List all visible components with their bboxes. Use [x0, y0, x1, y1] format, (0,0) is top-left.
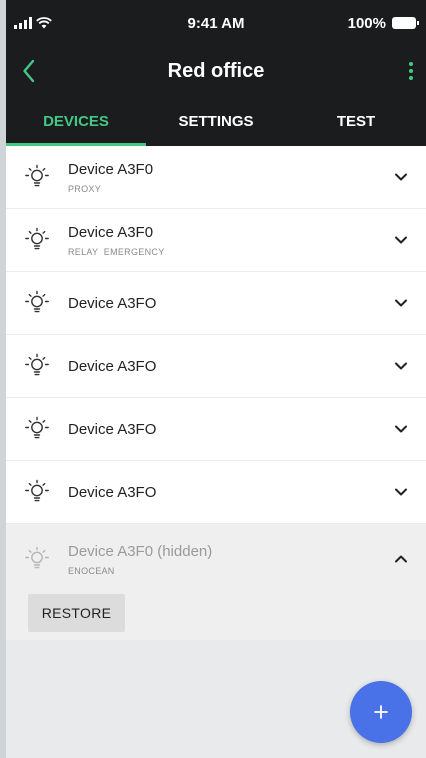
device-type: ENOCEAN: [68, 565, 115, 576]
bulb-icon: [6, 415, 68, 443]
more-options-button[interactable]: [400, 46, 422, 96]
bulb-icon: [6, 289, 68, 317]
list-item-text: Device A3FO: [68, 295, 376, 312]
wifi-icon: [36, 17, 52, 29]
bulb-icon: [6, 352, 68, 380]
status-right: 100%: [347, 14, 419, 32]
bulb-icon: [6, 226, 68, 254]
list-item[interactable]: Device A3FO: [6, 461, 426, 524]
tab-settings[interactable]: SETTINGS: [146, 96, 286, 146]
list-item[interactable]: Device A3F0 PROXY: [6, 146, 426, 209]
expand-button[interactable]: [376, 424, 426, 434]
chevron-down-icon: [395, 362, 407, 370]
expand-button[interactable]: [376, 172, 426, 182]
list-item[interactable]: Device A3F0 RELAY EMERGENCY: [6, 209, 426, 272]
chevron-left-icon: [23, 59, 35, 83]
list-item-text: Device A3FO: [68, 484, 376, 501]
bulb-icon: [6, 163, 68, 191]
expand-button[interactable]: [376, 298, 426, 308]
list-item-text: Device A3FO: [68, 358, 376, 375]
list-item-hidden[interactable]: Device A3F0 (hidden) ENOCEAN: [6, 524, 426, 594]
bulb-icon: [6, 545, 68, 573]
device-name: Device A3FO: [68, 357, 157, 375]
device-name: Device A3F0: [68, 160, 154, 178]
signal-icon: [14, 17, 32, 29]
page-title: Red office: [167, 59, 265, 82]
tab-bar: DEVICES SETTINGS TEST: [6, 96, 426, 146]
chevron-down-icon: [395, 173, 407, 181]
device-name: Device A3FO: [68, 420, 157, 438]
device-list: Device A3F0 PROXY Device A3F0 RELAY EMER…: [6, 146, 426, 640]
collapse-button[interactable]: [376, 554, 426, 564]
device-name: Device A3F0 (hidden): [68, 542, 213, 560]
add-device-button[interactable]: [350, 681, 412, 743]
expand-button[interactable]: [376, 361, 426, 371]
list-item[interactable]: Device A3FO: [6, 335, 426, 398]
app-screen: 9:41 AM 100% Red office DEVICES SETTINGS…: [6, 0, 426, 758]
status-left: [14, 17, 52, 29]
chevron-down-icon: [395, 299, 407, 307]
plus-icon: [374, 705, 388, 719]
device-type: RELAY EMERGENCY: [68, 246, 165, 257]
expand-button[interactable]: [376, 487, 426, 497]
chevron-down-icon: [395, 236, 407, 244]
list-item[interactable]: Device A3FO: [6, 272, 426, 335]
list-item[interactable]: Device A3FO: [6, 398, 426, 461]
list-item-text: Device A3F0 PROXY: [68, 161, 376, 194]
list-item-text: Device A3F0 RELAY EMERGENCY: [68, 224, 376, 257]
more-vert-icon: [409, 62, 413, 66]
device-name: Device A3FO: [68, 294, 157, 312]
restore-area: RESTORE: [6, 594, 426, 640]
status-bar: 9:41 AM 100%: [6, 0, 426, 46]
list-item-text: Device A3FO: [68, 421, 376, 438]
battery-icon: [392, 17, 419, 29]
device-name: Device A3FO: [68, 483, 157, 501]
battery-percent: 100%: [347, 14, 386, 32]
expand-button[interactable]: [376, 235, 426, 245]
device-type: PROXY: [68, 183, 102, 194]
app-bar: Red office: [6, 46, 426, 96]
list-item-text: Device A3F0 (hidden) ENOCEAN: [68, 543, 376, 576]
chevron-down-icon: [395, 425, 407, 433]
tab-test[interactable]: TEST: [286, 96, 426, 146]
chevron-up-icon: [395, 555, 407, 563]
tab-devices[interactable]: DEVICES: [6, 96, 146, 146]
back-button[interactable]: [6, 46, 52, 96]
bulb-icon: [6, 478, 68, 506]
device-name: Device A3F0: [68, 223, 154, 241]
restore-button[interactable]: RESTORE: [28, 594, 125, 632]
chevron-down-icon: [395, 488, 407, 496]
